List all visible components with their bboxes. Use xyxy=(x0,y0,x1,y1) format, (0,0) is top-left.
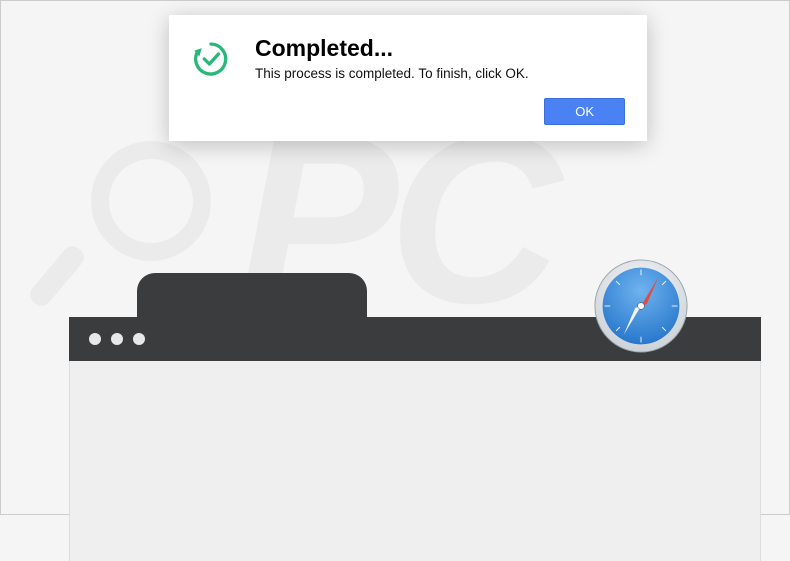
window-close-dot xyxy=(89,333,101,345)
ok-button[interactable]: OK xyxy=(544,98,625,125)
window-maximize-dot xyxy=(133,333,145,345)
dialog-title: Completed... xyxy=(255,35,625,62)
browser-content-area xyxy=(69,361,761,561)
dialog-message: This process is completed. To finish, cl… xyxy=(255,66,625,81)
dialog-body: Completed... This process is completed. … xyxy=(191,35,625,84)
browser-tab xyxy=(137,273,367,317)
watermark-magnifier-lens xyxy=(91,141,211,261)
safari-compass-icon xyxy=(593,258,689,354)
dialog-text-block: Completed... This process is completed. … xyxy=(255,35,625,81)
dialog-footer: OK xyxy=(191,98,625,125)
window-minimize-dot xyxy=(111,333,123,345)
completion-dialog: Completed... This process is completed. … xyxy=(169,15,647,141)
check-circle-refresh-icon xyxy=(191,39,231,84)
